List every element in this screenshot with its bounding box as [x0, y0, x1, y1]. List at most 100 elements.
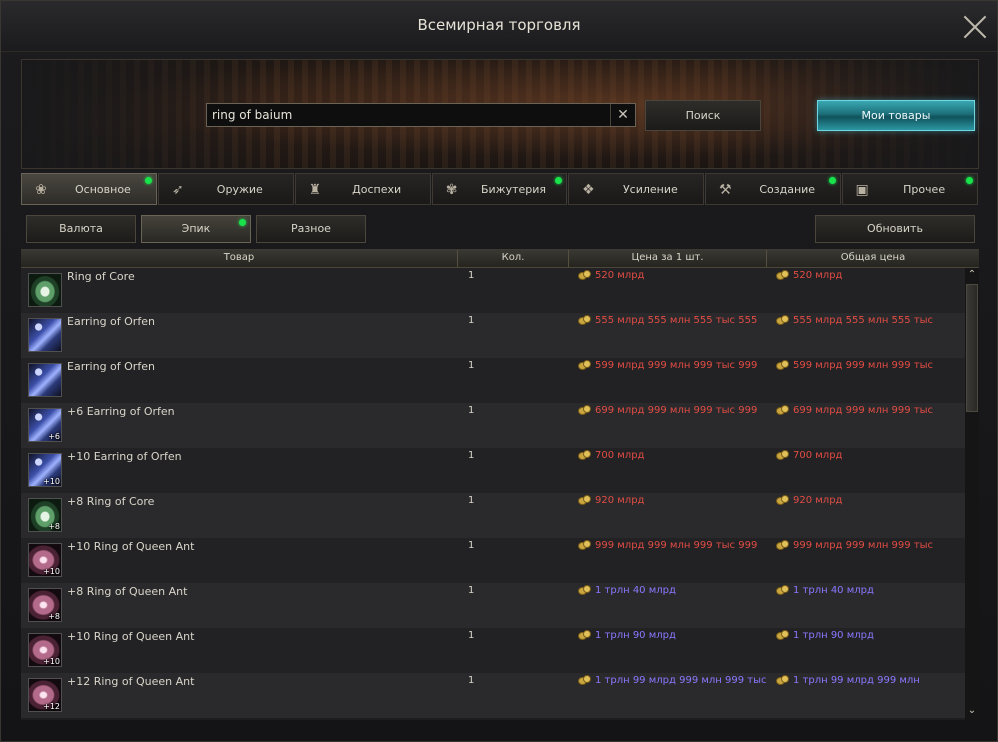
subtab-misc[interactable]: Разное — [256, 215, 366, 243]
tab-weapons[interactable]: ➶ Оружие — [157, 173, 294, 205]
unit-price: 1 трлн 40 млрд — [578, 585, 676, 596]
close-icon[interactable] — [961, 13, 989, 41]
adena-icon — [776, 270, 789, 280]
window-title: Всемирная торговля — [417, 16, 581, 34]
tab-label: Усиление — [622, 183, 678, 196]
tab-jewelry[interactable]: ✾ Бижутерия — [431, 173, 568, 205]
adena-icon — [578, 270, 591, 280]
unit-price: 1 трлн 90 млрд — [578, 630, 676, 641]
total-price-value: 599 млрд 999 млн 999 тыс — [793, 360, 934, 371]
total-price: 700 млрд — [776, 450, 842, 461]
item-name: +12 Ring of Queen Ant — [67, 675, 195, 688]
search-input[interactable] — [207, 104, 612, 126]
enchant-level: +8 — [48, 612, 60, 621]
item-quantity: 1 — [468, 360, 475, 371]
unit-price: 1 трлн 99 млрд 999 млн 999 тыс — [578, 675, 767, 686]
item-name: +10 Ring of Queen Ant — [67, 630, 195, 643]
total-price-value: 699 млрд 999 млн 999 тыс — [793, 405, 934, 416]
column-item[interactable]: Товар — [21, 252, 457, 263]
table-row[interactable]: +8 +8 Ring of Core 1 920 млрд 920 млрд — [21, 493, 965, 538]
item-quantity: 1 — [468, 675, 475, 686]
unit-price: 999 млрд 999 млн 999 тыс 999 — [578, 540, 757, 551]
subtab-epic[interactable]: Эпик — [141, 215, 251, 243]
item-quantity: 1 — [468, 540, 475, 551]
item-name: +6 Earring of Orfen — [67, 405, 175, 418]
adena-icon — [776, 450, 789, 460]
table-row[interactable]: Earring of Orfen 1 555 млрд 555 млн 555 … — [21, 313, 965, 358]
new-indicator-dot — [966, 177, 974, 184]
item-name: Earring of Orfen — [67, 315, 155, 328]
scroll-thumb[interactable] — [966, 284, 978, 412]
total-price: 1 трлн 90 млрд — [776, 630, 874, 641]
tab-label: Создание — [759, 183, 816, 196]
item-quantity: 1 — [468, 315, 475, 326]
earring-orfen-icon: +10 — [28, 453, 62, 487]
adena-icon — [776, 360, 789, 370]
table-row[interactable]: +12 +12 Ring of Queen Ant 1 1 трлн 99 мл… — [21, 673, 965, 718]
unit-price-value: 1 трлн 40 млрд — [595, 585, 676, 596]
adena-icon — [578, 315, 591, 325]
unit-price: 555 млрд 555 млн 555 тыс 555 — [578, 315, 757, 326]
column-unit-price[interactable]: Цена за 1 шт. — [569, 252, 766, 263]
table-row[interactable]: +10 +10 Earring of Orfen 1 700 млрд 700 … — [21, 448, 965, 493]
adena-icon — [578, 450, 591, 460]
unit-price-value: 699 млрд 999 млн 999 тыс 999 — [595, 405, 758, 416]
scroll-down-icon[interactable]: ⌄ — [967, 706, 977, 716]
listings-scrollbar[interactable]: ⌃ ⌄ — [965, 268, 979, 720]
unit-price-value: 1 трлн 90 млрд — [595, 630, 676, 641]
tab-label: Оружие — [216, 183, 263, 196]
search-box: ✕ — [206, 103, 636, 127]
subtab-label: Эпик — [181, 222, 211, 235]
item-quantity: 1 — [468, 270, 475, 281]
table-header: Товар Кол. Цена за 1 шт. Общая цена — [21, 250, 979, 268]
adena-icon — [776, 405, 789, 415]
enchant-level: +10 — [43, 477, 60, 486]
refresh-button[interactable]: Обновить — [815, 215, 975, 243]
total-price: 699 млрд 999 млн 999 тыс — [776, 405, 933, 416]
item-name: Earring of Orfen — [67, 360, 155, 373]
unit-price-value: 520 млрд — [595, 270, 645, 281]
unit-price-value: 1 трлн 99 млрд 999 млн 999 тыс — [595, 675, 767, 686]
table-row[interactable]: Earring of Orfen 1 599 млрд 999 млн 999 … — [21, 358, 965, 403]
total-price-value: 999 млрд 999 млн 999 тыс — [793, 540, 934, 551]
unit-price: 700 млрд — [578, 450, 644, 461]
table-row[interactable]: +6 +6 Earring of Orfen 1 699 млрд 999 мл… — [21, 403, 965, 448]
earring-orfen-icon: +6 — [28, 408, 62, 442]
table-row[interactable]: +10 +10 Ring of Queen Ant 1 999 млрд 999… — [21, 538, 965, 583]
tab-label: Прочее — [903, 183, 946, 196]
jewelry-icon: ✾ — [445, 182, 458, 198]
my-items-button[interactable]: Мои товары — [817, 100, 975, 131]
tab-label: Бижутерия — [480, 183, 547, 196]
item-name: +8 Ring of Core — [67, 495, 155, 508]
column-qty[interactable]: Кол. — [458, 252, 568, 263]
adena-icon — [578, 360, 591, 370]
clear-search-icon[interactable]: ✕ — [610, 104, 635, 126]
search-button[interactable]: Поиск — [645, 100, 761, 131]
tab-basic[interactable]: ❀ Основное — [21, 173, 157, 205]
item-name: +10 Earring of Orfen — [67, 450, 182, 463]
item-name: +8 Ring of Queen Ant — [67, 585, 188, 598]
total-price: 555 млрд 555 млн 555 тыс — [776, 315, 933, 326]
tab-armor[interactable]: ♜ Доспехи — [294, 173, 431, 205]
unit-price-value: 920 млрд — [595, 495, 645, 506]
tab-enhance[interactable]: ❖ Усиление — [568, 173, 705, 205]
tab-misc[interactable]: ▣ Прочее — [842, 173, 979, 205]
enchant-level: +10 — [43, 657, 60, 666]
title-bar[interactable]: Всемирная торговля — [1, 1, 997, 52]
misc-icon: ▣ — [855, 182, 869, 198]
tab-craft[interactable]: ⚒ Создание — [705, 173, 842, 205]
column-total-price[interactable]: Общая цена — [767, 252, 979, 263]
table-row[interactable]: Ring of Core 1 520 млрд 520 млрд — [21, 268, 965, 313]
weapon-icon: ➶ — [171, 182, 184, 198]
item-quantity: 1 — [468, 585, 475, 596]
craft-icon: ⚒ — [719, 182, 732, 198]
basic-icon: ❀ — [35, 182, 47, 198]
earring-orfen-icon — [28, 363, 62, 397]
table-row[interactable]: +8 +8 Ring of Queen Ant 1 1 трлн 40 млрд… — [21, 583, 965, 628]
table-row[interactable]: +10 +10 Ring of Queen Ant 1 1 трлн 90 мл… — [21, 628, 965, 673]
armor-icon: ♜ — [308, 182, 321, 198]
subtab-currency[interactable]: Валюта — [26, 215, 136, 243]
enchant-level: +12 — [43, 702, 60, 711]
earring-orfen-icon — [28, 318, 62, 352]
scroll-up-icon[interactable]: ⌃ — [967, 270, 977, 280]
